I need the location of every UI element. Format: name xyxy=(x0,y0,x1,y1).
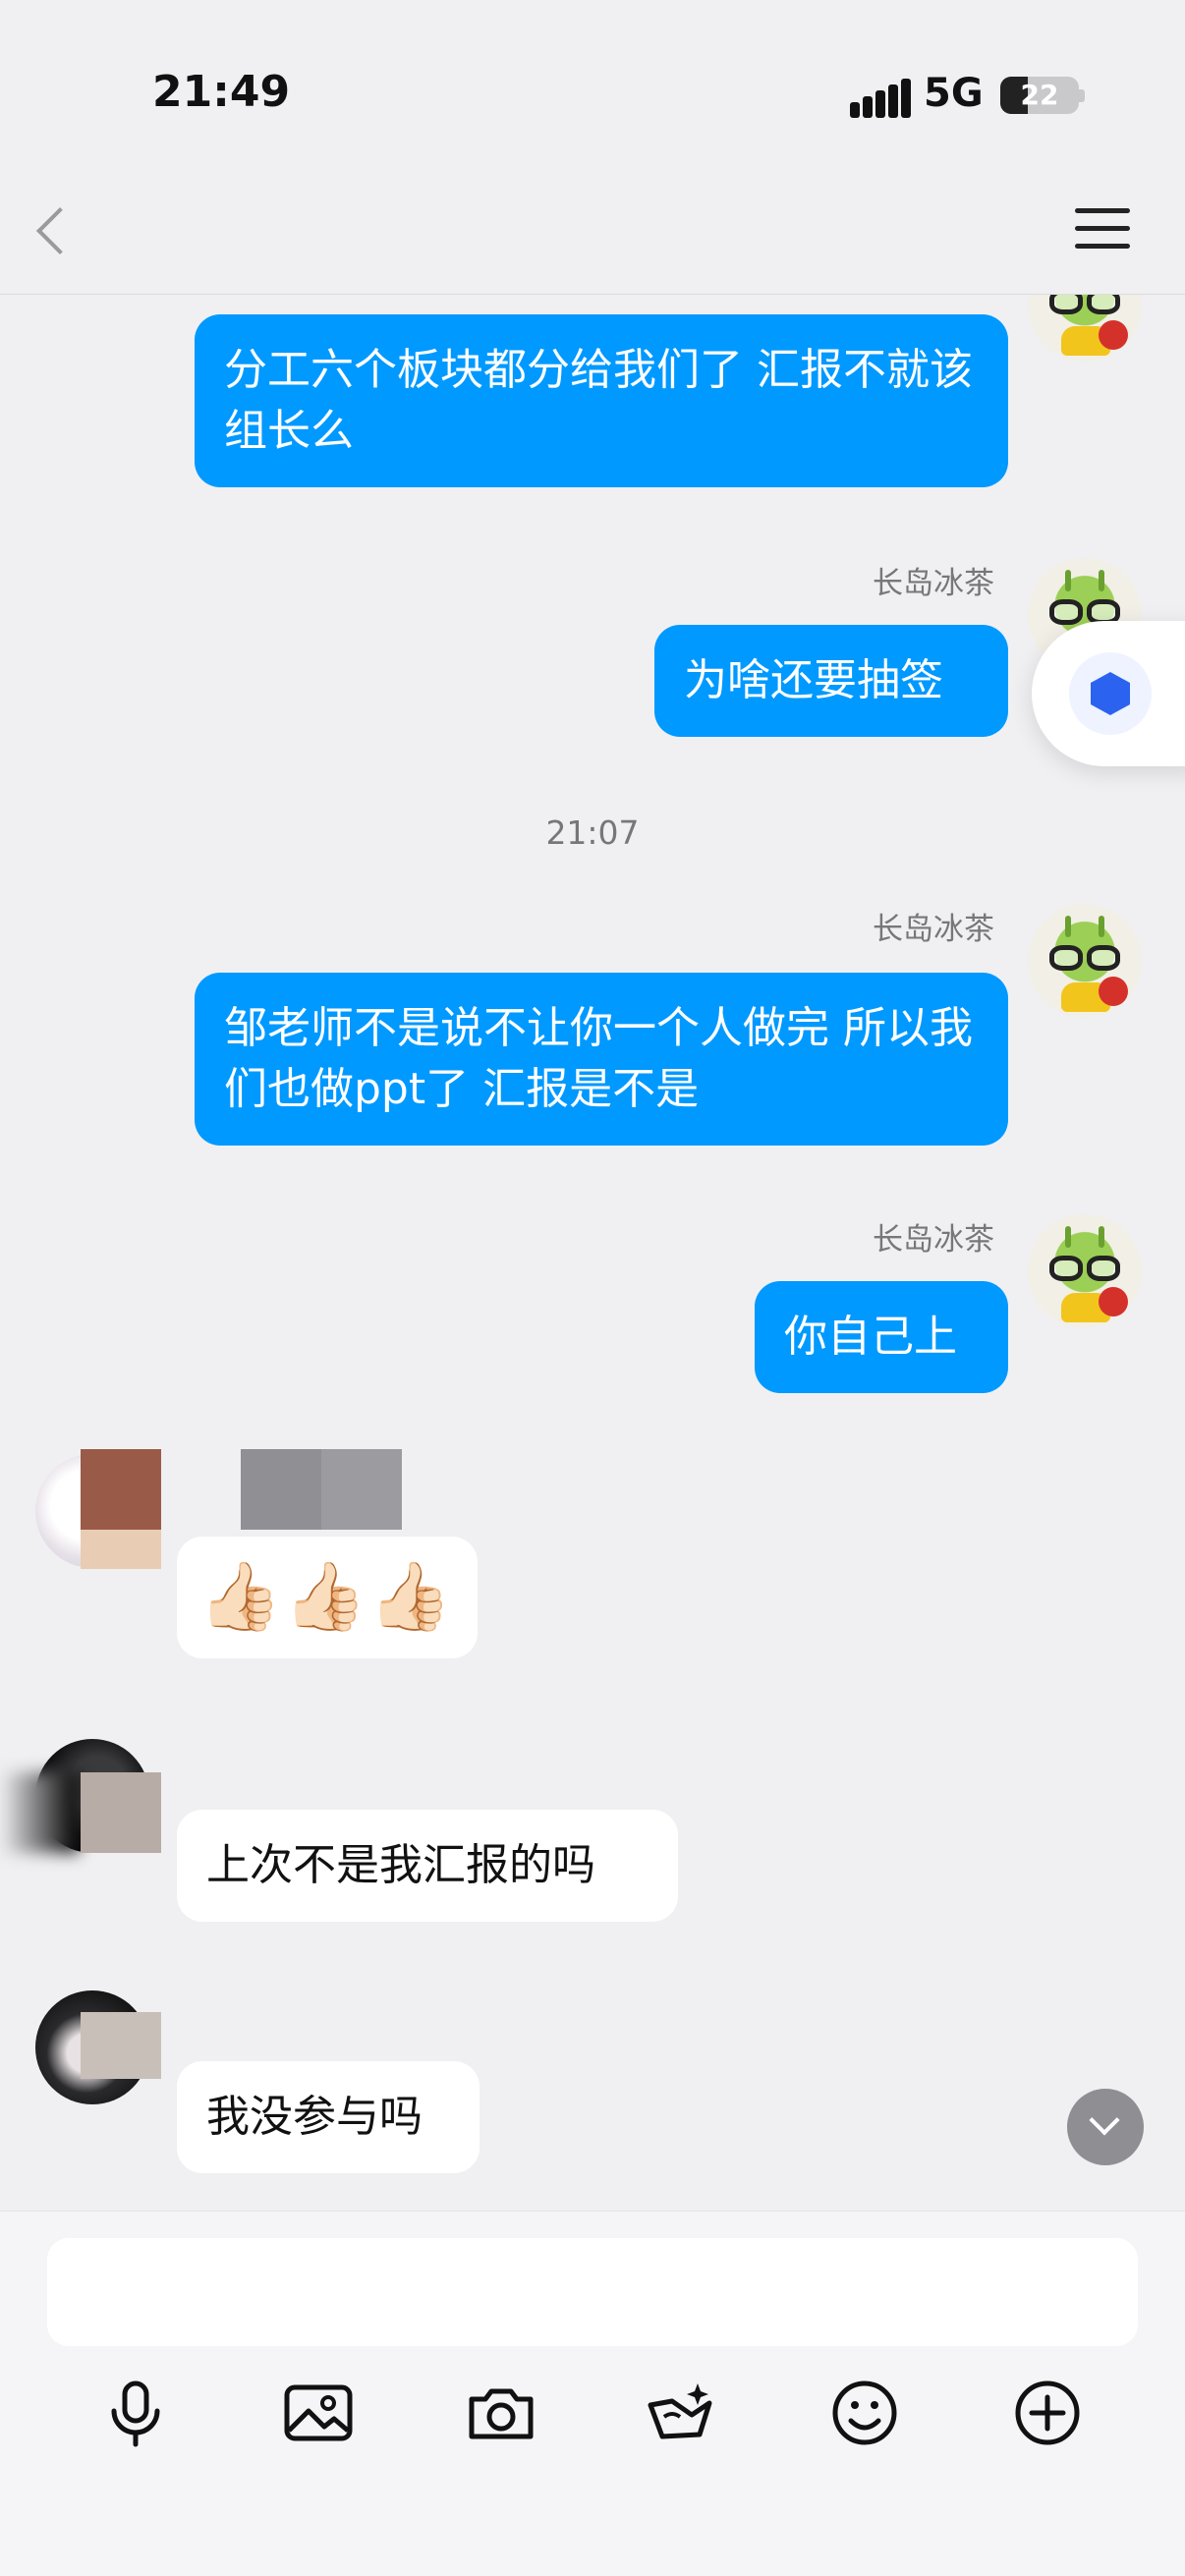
camera-icon[interactable] xyxy=(464,2376,538,2450)
sender-name: 长岛冰茶 xyxy=(873,566,994,601)
message-input[interactable] xyxy=(47,2238,1138,2346)
message-bubble[interactable]: 为啥还要抽签 xyxy=(654,625,1008,737)
header-overlay xyxy=(0,147,1185,295)
sender-name-blurred xyxy=(0,1772,79,1853)
signal-icon xyxy=(850,79,911,118)
plus-icon[interactable] xyxy=(1010,2376,1085,2450)
sender-name-blurred xyxy=(81,1772,161,1853)
sender-name: 长岛冰茶 xyxy=(873,912,994,947)
image-icon[interactable] xyxy=(281,2376,356,2450)
sender-name-blurred xyxy=(81,1530,161,1569)
message-bubble[interactable]: 你自己上 xyxy=(755,1281,1008,1393)
scroll-to-bottom-button[interactable] xyxy=(1067,2089,1144,2165)
emoji-icon[interactable] xyxy=(827,2376,902,2450)
menu-icon-top[interactable] xyxy=(1075,206,1130,252)
network-type: 5G xyxy=(924,71,984,116)
my-avatar[interactable] xyxy=(1028,904,1142,1018)
battery-level: 22 xyxy=(1020,79,1059,111)
battery-tip xyxy=(1079,89,1085,102)
sender-name-blurred xyxy=(81,2012,161,2079)
battery-icon: 22 xyxy=(1000,77,1079,114)
microphone-icon[interactable] xyxy=(98,2376,173,2450)
message-bubble[interactable]: 邹老师不是说不让你一个人做完 所以我们也做ppt了 汇报是不是 xyxy=(195,973,1008,1146)
red-packet-icon[interactable] xyxy=(643,2376,717,2450)
sender-name-blurred xyxy=(241,1449,402,1530)
message-bubble[interactable]: 分工六个板块都分给我们了 汇报不就该组长么 xyxy=(195,314,1008,487)
sender-name: 长岛冰茶 xyxy=(873,1222,994,1258)
sender-name-blurred xyxy=(81,1449,161,1530)
floating-assistant-button[interactable] xyxy=(1032,621,1185,766)
message-bubble[interactable]: 👍🏻👍🏻👍🏻 xyxy=(177,1537,478,1658)
my-avatar[interactable] xyxy=(1028,1214,1142,1328)
cube-icon xyxy=(1069,652,1152,735)
timestamp: 21:07 xyxy=(545,813,640,852)
status-time: 21:49 xyxy=(152,67,291,117)
message-bubble[interactable]: 我没参与吗 xyxy=(177,2061,480,2173)
message-bubble[interactable]: 上次不是我汇报的吗 xyxy=(177,1810,678,1922)
